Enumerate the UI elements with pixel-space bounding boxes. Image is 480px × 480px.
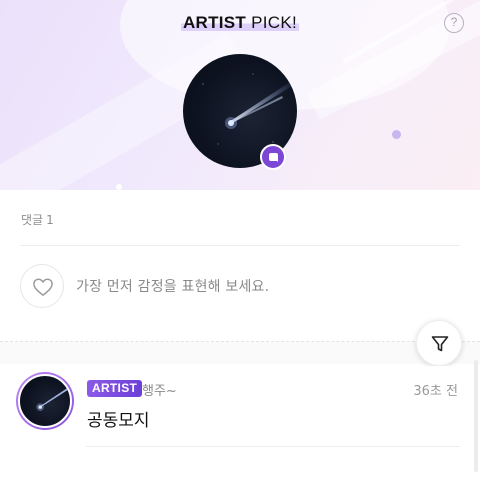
- artist-badge: ARTIST: [87, 380, 143, 397]
- banner-decor-dot: [116, 184, 122, 190]
- comment-count-label: 댓글: [21, 213, 44, 227]
- divider: [20, 245, 460, 246]
- comment-count-number: 1: [46, 213, 54, 227]
- banner-decor-dot: [392, 130, 401, 139]
- filter-button[interactable]: [416, 320, 462, 366]
- page-title-bold: ARTIST: [182, 13, 247, 32]
- scrollbar[interactable]: [474, 360, 478, 472]
- emotion-prompt[interactable]: 가장 먼저 감정을 표현해 보세요.: [76, 276, 269, 296]
- help-button[interactable]: ?: [444, 13, 464, 33]
- chat-bubble-icon: [260, 144, 286, 170]
- artist-pick-banner: ARTIST PICK! ?: [0, 0, 480, 190]
- heart-button[interactable]: [20, 264, 64, 308]
- comment-avatar[interactable]: [16, 372, 74, 430]
- comment-count: 댓글 1: [21, 211, 54, 228]
- divider: [86, 446, 460, 447]
- shooting-star-icon: [36, 387, 70, 412]
- heart-outline-icon: [33, 278, 53, 296]
- section-gap: [0, 342, 480, 364]
- filter-funnel-icon: [431, 336, 449, 352]
- page-title: ARTIST PICK!: [0, 13, 480, 33]
- page-title-rest: PICK!: [246, 13, 298, 32]
- question-circle-icon: ?: [450, 15, 458, 29]
- comment-author[interactable]: 행주~: [142, 380, 177, 399]
- comment-list-item: ARTIST 행주~ 36초 전 공동모지: [0, 366, 480, 480]
- comment-text: 공동모지: [87, 411, 150, 431]
- emotion-row: 가장 먼저 감정을 표현해 보세요.: [20, 264, 460, 308]
- comment-timestamp: 36초 전: [413, 384, 458, 399]
